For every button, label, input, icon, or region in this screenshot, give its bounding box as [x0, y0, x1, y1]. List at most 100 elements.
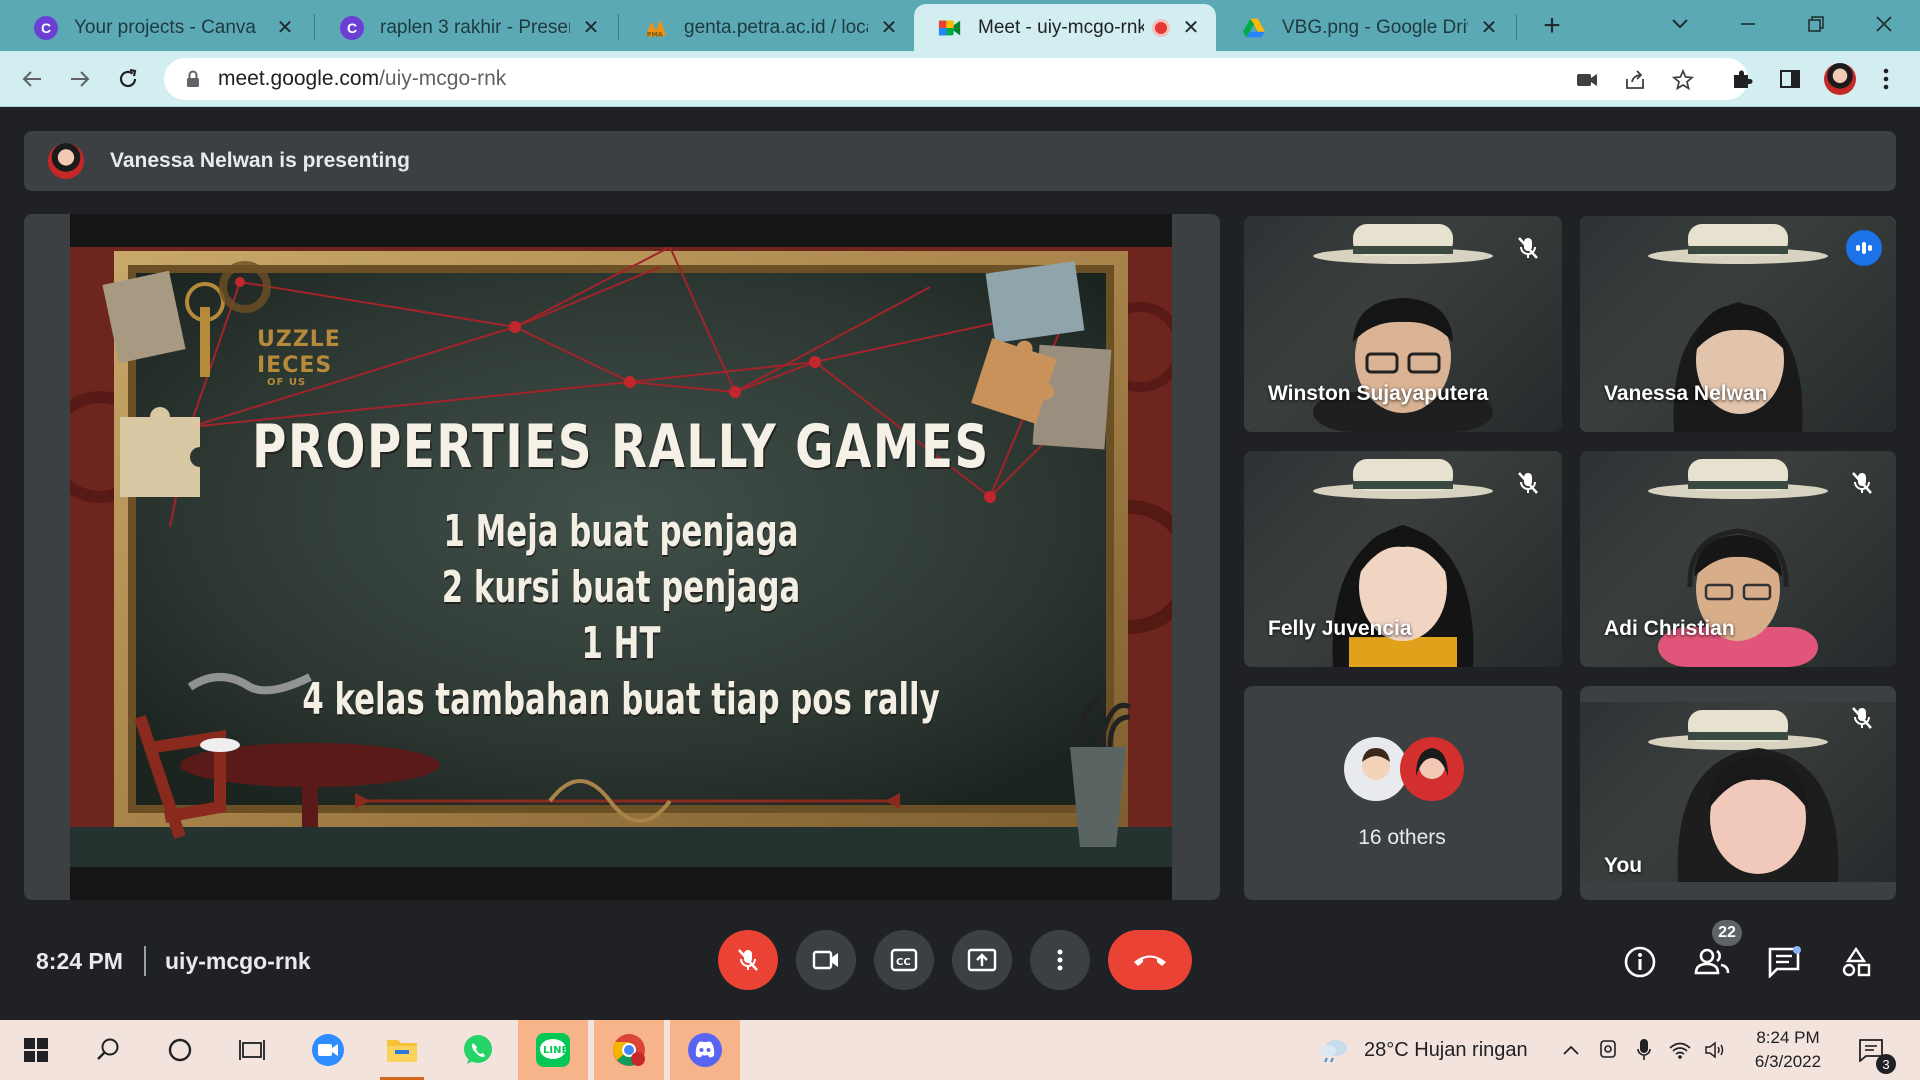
new-tab-button[interactable]: + [1536, 9, 1568, 42]
present-now-button[interactable] [952, 930, 1012, 990]
task-view-icon[interactable] [222, 1020, 282, 1080]
close-window-icon[interactable] [1864, 6, 1904, 42]
participant-tile-adi[interactable]: Adi Christian [1580, 451, 1896, 667]
cortana-icon[interactable] [150, 1020, 210, 1080]
side-panel-icon[interactable] [1776, 65, 1804, 93]
videocam-icon [812, 950, 838, 970]
slide-bullet-4: 4 kelas tambahan buat tiap pos rally [302, 674, 940, 725]
meeting-details-button[interactable] [1620, 942, 1660, 982]
file-explorer-icon[interactable] [372, 1020, 432, 1080]
slide-bullet-3: 1 HT [581, 618, 661, 669]
presenting-text: Vanessa Nelwan is presenting [110, 149, 410, 172]
discord-icon[interactable] [670, 1020, 740, 1080]
tab-google-meet[interactable]: Meet - uiy-mcgo-rnk ✕ [914, 4, 1216, 51]
url-text: meet.google.com/uiy-mcgo-rnk [218, 67, 506, 91]
close-icon[interactable]: ✕ [580, 17, 602, 39]
tab-phpmyadmin[interactable]: PMA genta.petra.ac.id / localho ✕ [620, 4, 914, 51]
tab-google-drive[interactable]: VBG.png - Google Drive ✕ [1218, 4, 1514, 51]
participant-tile-winston[interactable]: Winston Sujayaputera [1244, 216, 1562, 432]
tab-divider [314, 14, 315, 40]
slide-bullet-2: 2 kursi buat penjaga [441, 562, 801, 613]
people-button[interactable] [1692, 942, 1732, 982]
mic-off-icon [1848, 469, 1876, 497]
tab-title: raplen 3 rakhir - Presentat [380, 16, 570, 38]
shared-slide: UZZLE IECES OF US PROPERTIES RALLY GAMES… [70, 214, 1172, 900]
people-icon [1694, 948, 1730, 975]
bookmark-star-icon[interactable] [1670, 67, 1696, 93]
participant-name: Felly Juvencia [1268, 617, 1412, 640]
self-tile[interactable]: You [1580, 686, 1896, 900]
zoom-app-icon[interactable] [298, 1020, 358, 1080]
tab-search-chevron-down-icon[interactable] [1660, 6, 1700, 42]
presenting-banner: Vanessa Nelwan is presenting [24, 131, 1896, 191]
extensions-puzzle-icon[interactable] [1728, 65, 1756, 93]
restore-icon[interactable] [1796, 6, 1836, 42]
participant-tile-felly[interactable]: Felly Juvencia [1244, 451, 1562, 667]
participant-name: Adi Christian [1604, 617, 1735, 640]
whatsapp-icon[interactable] [448, 1020, 508, 1080]
google-meet-icon [938, 16, 962, 40]
others-tile[interactable]: 16 others [1244, 686, 1562, 900]
search-icon[interactable] [78, 1020, 138, 1080]
wifi-icon[interactable] [1668, 1020, 1692, 1080]
system-clock[interactable]: 8:24 PM 6/3/2022 [1728, 1026, 1848, 1074]
microphone-in-use-icon[interactable] [1636, 1020, 1652, 1080]
chat-button[interactable] [1764, 942, 1804, 982]
minimize-icon[interactable] [1728, 6, 1768, 42]
close-icon[interactable]: ✕ [1478, 17, 1500, 39]
people-count-badge: 22 [1712, 920, 1742, 946]
browser-tab-strip: C Your projects - Canva ✕ C raplen 3 rak… [0, 0, 1920, 51]
line-app-icon[interactable]: LINE [518, 1020, 588, 1080]
tab-canva-projects[interactable]: C Your projects - Canva ✕ [10, 4, 310, 51]
svg-text:CC: CC [896, 957, 911, 968]
meeting-clock: 8:24 PM [36, 948, 123, 974]
close-icon[interactable]: ✕ [1180, 17, 1202, 39]
captions-button[interactable]: CC [874, 930, 934, 990]
mic-off-icon [1514, 469, 1542, 497]
tab-title: VBG.png - Google Drive [1282, 16, 1468, 38]
profile-avatar[interactable] [1824, 63, 1856, 95]
camera-toggle-button[interactable] [796, 930, 856, 990]
info-icon [1624, 946, 1656, 978]
svg-text:LINE: LINE [543, 1045, 568, 1056]
present-to-all-icon [967, 948, 997, 972]
canva-icon: C [340, 15, 364, 40]
reload-icon[interactable] [112, 63, 144, 95]
tab-canva-presentation[interactable]: C raplen 3 rakhir - Presentat ✕ [316, 4, 616, 51]
mic-off-icon [1514, 234, 1542, 262]
close-icon[interactable]: ✕ [878, 17, 900, 39]
windows-start-icon[interactable] [6, 1020, 66, 1080]
lock-icon[interactable] [182, 68, 204, 90]
weather-widget[interactable]: 28°C Hujan ringan [1318, 1020, 1528, 1080]
forward-arrow-icon[interactable] [64, 63, 96, 95]
microphone-toggle-button[interactable] [718, 930, 778, 990]
more-options-button[interactable] [1030, 930, 1090, 990]
meeting-code: uiy-mcgo-rnk [165, 948, 311, 974]
camera-in-use-icon[interactable] [1574, 67, 1600, 93]
close-icon[interactable]: ✕ [274, 17, 296, 39]
activities-button[interactable] [1836, 942, 1876, 982]
phpmyadmin-icon: PMA [644, 16, 668, 40]
slide-logo-line-2: IECES [257, 353, 333, 378]
slide-logo-line-1: UZZLE [257, 327, 341, 352]
share-icon[interactable] [1622, 67, 1648, 93]
slide-bullet-1: 1 Meja buat penjaga [443, 506, 799, 557]
address-bar[interactable]: meet.google.com/uiy-mcgo-rnk [164, 58, 1748, 100]
presentation-stage[interactable]: UZZLE IECES OF US PROPERTIES RALLY GAMES… [24, 214, 1220, 900]
more-vert-icon[interactable] [1872, 65, 1900, 93]
meeting-controls: 8:24 PM uiy-mcgo-rnk CC 22 [0, 920, 1920, 1020]
tab-divider [618, 14, 619, 40]
presenter-avatar [48, 143, 84, 179]
show-hidden-icons-chevron-up-icon[interactable] [1562, 1020, 1580, 1080]
slide-artwork [70, 247, 1172, 867]
url-path: /uiy-mcgo-rnk [379, 67, 507, 90]
participant-tile-vanessa[interactable]: Vanessa Nelwan [1580, 216, 1896, 432]
meet-now-icon[interactable] [1598, 1020, 1618, 1080]
chrome-icon[interactable] [594, 1020, 664, 1080]
volume-icon[interactable] [1704, 1020, 1728, 1080]
self-video [1677, 748, 1839, 882]
back-arrow-icon[interactable] [16, 63, 48, 95]
leave-call-button[interactable] [1108, 930, 1192, 990]
others-avatars [1344, 737, 1464, 801]
mic-off-icon [738, 949, 758, 971]
